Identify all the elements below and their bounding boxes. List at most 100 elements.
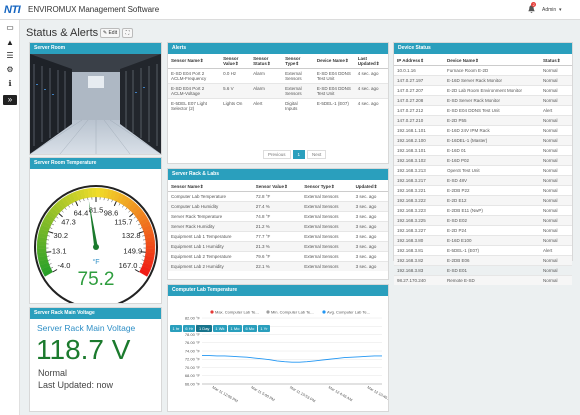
table-row[interactable]: 10.0.1.16 Furnace Room E-2D Normal (394, 65, 572, 76)
ip-address: 192.168.3.227 (394, 225, 444, 236)
sensor-link[interactable]: Computer Lab Temperature (168, 191, 253, 202)
table-row[interactable]: 192.168.1.101 E-16D 24V IPM Rack Normal (394, 125, 572, 136)
warning-icon[interactable]: ▲ (5, 38, 15, 48)
ip-address: 192.168.3.225 (394, 215, 444, 226)
table-row[interactable]: 192.168.3.82 E-2DB E06 Normal (394, 255, 572, 266)
column-header[interactable]: Sensor Status⇕ (250, 54, 283, 69)
table-row[interactable]: 192.168.3.223 E-2DB E11 (NwP) Normal (394, 205, 572, 216)
column-header[interactable]: Sensor Name⇕ (168, 182, 253, 192)
previous-button[interactable]: Previous (263, 150, 291, 159)
table-row[interactable]: 147.0.27.207 E-2D Lab Room Environment Mo… (394, 85, 572, 96)
table-row[interactable]: 147.0.27.212 E-SD E04 DDNS Test Unit Alert (394, 105, 572, 116)
sensor-link[interactable]: Server Rack Humidity (168, 221, 253, 232)
column-header[interactable]: Sensor Value⇕ (252, 182, 302, 192)
user-menu[interactable]: Admin (542, 7, 556, 13)
last-updated: Last Updated: now (38, 380, 114, 390)
device-status: Alert (540, 245, 572, 256)
table-row[interactable]: 192.168.3.221 E-2DB P22 Normal (394, 185, 572, 196)
y-tick-label: 74.00 °F (185, 348, 201, 353)
last-updated: 3 sec. ago (352, 231, 388, 242)
table-row[interactable]: 192.168.3.83 E-SD E01 Normal (394, 265, 572, 276)
column-header[interactable]: Status⇕ (540, 56, 572, 66)
monitor-icon[interactable]: ▭ (5, 23, 15, 33)
sensor-link[interactable]: Computer Lab Humidity (168, 201, 253, 212)
table-row[interactable]: 192.168.3.227 E-2D P24 Normal (394, 225, 572, 236)
column-header[interactable]: Device Name⇕ (444, 56, 540, 66)
column-header[interactable]: Sensor Type⇕ (301, 182, 353, 192)
column-header[interactable]: IP Address⇕ (394, 56, 444, 66)
table-row[interactable]: 147.0.27.197 E-16D Server Rack Monitor Nor… (394, 75, 572, 86)
sensor-link[interactable]: E-SD E04 Port 2 ACLM-Voltage (168, 83, 221, 99)
chevron-down-icon[interactable]: ▾ (559, 7, 562, 13)
range-tab[interactable]: 1 Wk (212, 325, 228, 332)
device-name: E-SD E04 DDNS Test Unit (313, 83, 355, 99)
next-button[interactable]: Next (307, 150, 327, 159)
sensor-link[interactable]: Server Rack Temperature (168, 211, 253, 222)
sensor-value: 21.2 % (252, 221, 302, 232)
table-row[interactable]: 192.168.3.225 E-SD E02 Normal (394, 215, 572, 226)
x-tick-label: Mar 11 5:00 PM (250, 385, 275, 402)
table-row[interactable]: 192.168.3.101 E-16D 01 Normal (394, 145, 572, 156)
edit-button[interactable]: ✎ Edit (100, 28, 120, 38)
device-name: E-5DEL-1 (E07) (313, 98, 355, 113)
device-status: Normal (540, 75, 572, 86)
device-name: E-5DEL-1 (E07) (444, 245, 540, 256)
column-header[interactable]: Updated⇕ (352, 182, 388, 192)
sensor-link[interactable]: E-SD E04 Port 2 ACLM-Frequency (168, 68, 221, 84)
device-status: Normal (540, 85, 572, 96)
sensor-value: 79.6 °F (252, 251, 302, 262)
device-status: Normal (540, 205, 572, 216)
sensor-link[interactable]: Equipment Lab 1 Temperature (168, 231, 253, 242)
sensor-type: External Sensors (282, 83, 314, 99)
fullscreen-button[interactable]: ⛶ (122, 28, 133, 38)
range-tab[interactable]: 1 Mo (228, 325, 242, 332)
table-row[interactable]: 192.168.3.222 E-2D E12 Normal (394, 195, 572, 206)
table-row[interactable]: 192.168.3.102 E-16D P02 Normal (394, 155, 572, 166)
y-tick-label: 66.00 °F (185, 381, 201, 386)
list-icon[interactable]: ☰ (5, 51, 15, 61)
sensor-type: External Sensors (301, 231, 353, 242)
rack-labs-table: Sensor Name⇕ Sensor Value⇕ Sensor Type⇕ … (168, 182, 388, 271)
device-status: Normal (540, 265, 572, 276)
range-tab[interactable]: 6 Mo (242, 325, 257, 332)
gauge-major-tick (46, 251, 52, 253)
sensor-link[interactable]: Equipment Lab 1 Humidity (168, 241, 253, 252)
range-tab[interactable]: 1 hr (170, 325, 182, 332)
legend-marker (322, 310, 326, 314)
table-row[interactable]: 192.168.3.217 E-SD 48V Normal (394, 175, 572, 186)
gauge-tick-label: -4.0 (57, 261, 70, 270)
table-row[interactable]: 192.168.3.213 OpenS Test Unit Normal (394, 165, 572, 176)
panel-title: Computer Lab Temperature (168, 285, 388, 296)
column-header[interactable]: Device Name⇕ (313, 54, 355, 69)
table-row[interactable]: 192.168.2.100 E-16DEL-1 (Master) Normal (394, 135, 572, 146)
gauge-unit: °F (92, 258, 99, 266)
column-header[interactable]: Sensor Name⇕ (168, 54, 221, 69)
gauge-tick-label: 30.2 (54, 231, 69, 240)
sensor-value: 77.7 °F (252, 231, 302, 242)
page-1-button[interactable]: 1 (292, 150, 306, 159)
sensor-link[interactable]: Equipment Lab 2 Humidity (168, 261, 253, 271)
sensor-link[interactable]: Equipment Lab 2 Temperature (168, 251, 253, 262)
table-row[interactable]: 192.168.3.80 E-16D E100 Normal (394, 235, 572, 246)
expand-icon[interactable]: » (3, 95, 17, 105)
device-status: Alert (540, 105, 572, 116)
column-header[interactable]: Sensor Value⇕ (220, 54, 251, 69)
table-row[interactable]: 192.168.3.81 E-5DEL-1 (E07) Alert (394, 245, 572, 256)
table-row[interactable]: 147.0.27.210 E-2D P55 Normal (394, 115, 572, 126)
voltage-panel: Server Rack Main Voltage Server Rack Mai… (29, 307, 162, 412)
sensor-link[interactable]: E-5DEL E07 Light Selector (2) (168, 98, 221, 113)
column-header[interactable]: Sensor Type⇕ (282, 54, 314, 69)
range-tab[interactable]: 1 Day (196, 325, 212, 332)
nti-logo[interactable]: NTI (4, 4, 21, 16)
ip-address: 192.168.3.101 (394, 145, 444, 156)
table-row[interactable]: 98.27.170.240 Remote E-SD Normal (394, 275, 572, 286)
table-row[interactable]: 147.0.27.208 E-SD Server Rack Monitor Norm… (394, 95, 572, 106)
last-updated: 3 sec. ago (352, 241, 388, 252)
device-status: Normal (540, 275, 572, 286)
gear-icon[interactable]: ⚙ (5, 65, 15, 75)
range-tab[interactable]: 1 Yr (257, 325, 271, 332)
range-tab[interactable]: 6 Hr (182, 325, 196, 332)
info-icon[interactable]: ℹ (5, 79, 15, 89)
column-header[interactable]: Last Updated⇕ (354, 54, 388, 69)
table-row: E-SD E04 Port 2 ACLM-Frequency 0.0 Hz Al… (168, 68, 388, 84)
